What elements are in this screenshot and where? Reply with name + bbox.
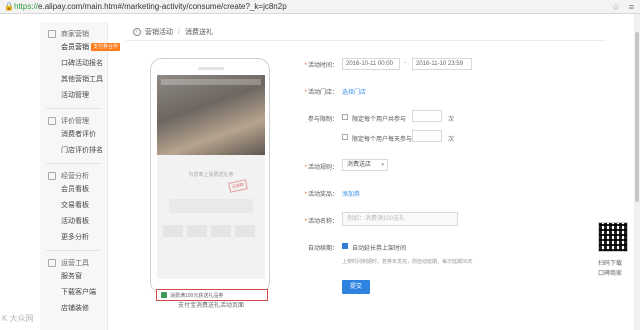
sidebar-group-analysis: 经营分析 会员看板 交易看板 活动看板 更多分析 [40, 164, 107, 251]
bookmark-star-icon[interactable]: ☆ [612, 2, 620, 13]
activity-name-input[interactable]: 例如：消费满100送礼 [342, 212, 458, 226]
sidebar-item-service-window[interactable]: 服务窗 [40, 269, 107, 285]
scrollbar[interactable] [634, 14, 640, 330]
browser-menu-icon[interactable]: ≡ [629, 2, 634, 12]
phone-speaker [198, 67, 224, 70]
review-icon [48, 117, 56, 125]
auto-label: 自动续期： [307, 246, 338, 252]
sidebar-item-activity-board[interactable]: 活动看板 [40, 214, 107, 230]
limit-daily-unit: 次 [448, 137, 455, 143]
qr-text-line2: 口碑商家 [598, 271, 623, 277]
coupon-placeholder [169, 199, 253, 213]
form-row-time: *活动时间： 2016-10-11 00:00 - 2016-11-10 23:… [296, 58, 616, 70]
preview-title: 为您奉上消费送礼券 [188, 172, 234, 178]
limit-daily-text: 限定每个用户每天参与 [352, 137, 413, 143]
preview-icon [211, 225, 231, 237]
breadcrumb: ‹ 营销活动 / 消费送礼 [133, 27, 213, 37]
lock-icon: 🔒 [4, 1, 14, 11]
sidebar-item-member-board[interactable]: 会员看板 [40, 182, 107, 198]
add-coupon-link[interactable]: 添加券 [342, 189, 360, 198]
submit-button[interactable]: 提交 [342, 280, 370, 294]
rule-select[interactable]: 消费送店 ▾ [342, 159, 388, 171]
sidebar-item-store-ranking[interactable]: 门店评价排名 [40, 143, 107, 159]
preview-icon-row [163, 225, 259, 245]
qr-text-line1: 扫码下载 [598, 261, 623, 267]
phone-preview: 为您奉上消费送礼券 已领取 消费满100元获送礼品券 [150, 58, 270, 301]
sidebar-item-download-client[interactable]: 下载客户端 [40, 285, 107, 301]
sidebar-item-activity-manage[interactable]: 活动管理 [40, 88, 107, 104]
sidebar-group-ops: 运营工具 服务窗 下载客户端 店铺装修 [40, 251, 107, 317]
group-header: 经营分析 [40, 170, 107, 182]
watermark-logo: K 大众网 [2, 314, 34, 323]
preview-icon [163, 225, 183, 237]
hero-image [157, 75, 265, 155]
select-store-link[interactable]: 选择门店 [342, 87, 366, 96]
header-divider [126, 40, 606, 41]
time-label: 活动时间： [307, 63, 338, 69]
store-label: 活动门店： [307, 90, 338, 96]
sidebar-item-other-tools[interactable]: 其他营销工具 [40, 72, 107, 88]
rule-label: 活动规则： [307, 165, 338, 171]
sidebar-item-member-marketing[interactable]: 会员营销 支付券合作 [40, 40, 121, 56]
sidebar: 商家营销 会员营销 支付券合作 口碑活动报名 其他营销工具 活动管理 评价管理 消… [40, 22, 121, 330]
url-text[interactable]: https://e.alipay.com/main.htm#/marketing… [14, 2, 287, 11]
hero-header-bar [161, 79, 261, 85]
analysis-icon [48, 172, 56, 180]
limit-total-text: 限定每个用户共参与 [352, 117, 407, 123]
limit-total-input[interactable] [412, 110, 442, 122]
form-row-limit: 参与限制： 限定每个用户共参与 次 限定每个用户每天参与 次 [296, 110, 616, 148]
limit-label: 参与限制： [307, 117, 338, 123]
preview-icon [235, 225, 255, 237]
form-row-name: *活动名称： 例如：消费满100送礼 [296, 212, 616, 226]
marketing-icon [48, 30, 56, 38]
promo-badge: 支付券合作 [91, 43, 121, 52]
limit-total-checkbox[interactable] [342, 114, 348, 120]
preview-caption: 支付宝消费送礼活动页面 [177, 303, 244, 309]
end-date-input[interactable]: 2016-11-10 23:59 [412, 58, 472, 70]
auto-renew-note: 上架时间到期时，若券未发完，则自动延期，每次延期30天 [342, 259, 473, 265]
form-row-rule: *活动规则： 消费送店 ▾ [296, 159, 616, 171]
sidebar-group-reviews: 评价管理 消费者评价 门店评价排名 [40, 109, 107, 164]
auto-renew-text: 自动延长券上架时间 [352, 246, 407, 252]
breadcrumb-separator: / [178, 28, 180, 36]
group-header: 评价管理 [40, 115, 107, 127]
breadcrumb-parent[interactable]: 营销活动 [145, 27, 173, 37]
form-row-gift: *活动奖品： 添加券 [296, 187, 616, 198]
start-date-input[interactable]: 2016-10-11 00:00 [342, 58, 400, 70]
sidebar-group-marketing: 商家营销 会员营销 支付券合作 口碑活动报名 其他营销工具 活动管理 [40, 22, 121, 109]
breadcrumb-current: 消费送礼 [184, 29, 213, 36]
limit-daily-checkbox[interactable] [342, 134, 348, 140]
name-label: 活动名称： [307, 219, 338, 225]
sidebar-item-koubei-signup[interactable]: 口碑活动报名 [40, 56, 107, 72]
sidebar-item-trade-board[interactable]: 交易看板 [40, 198, 107, 214]
date-range-dash: - [404, 60, 406, 66]
gift-label: 活动奖品： [307, 192, 338, 198]
preview-icon [187, 225, 207, 237]
sidebar-item-more-analysis[interactable]: 更多分析 [40, 230, 107, 246]
chevron-down-icon: ▾ [381, 162, 384, 168]
address-bar[interactable]: 🔒 https://e.alipay.com/main.htm#/marketi… [0, 0, 640, 14]
received-stamp: 已领取 [228, 179, 248, 193]
check-icon [161, 292, 167, 298]
form-row-store: *活动门店： 选择门店 [296, 85, 616, 96]
phone-screen: 为您奉上消费送礼券 已领取 [157, 75, 265, 279]
group-header: 运营工具 [40, 257, 107, 269]
qr-code [598, 222, 628, 252]
form-row-auto: 自动续期： 自动延长券上架时间 上架时间到期时，若券未发完，则自动延期，每次延期… [296, 241, 616, 265]
limit-total-unit: 次 [448, 117, 455, 123]
auto-renew-checkbox[interactable] [342, 243, 348, 249]
sidebar-item-consumer-reviews[interactable]: 消费者评价 [40, 127, 107, 143]
back-icon[interactable]: ‹ [133, 28, 141, 36]
limit-daily-input[interactable] [412, 130, 442, 142]
tools-icon [48, 259, 56, 267]
group-header: 商家营销 [40, 28, 107, 40]
scroll-thumb[interactable] [635, 32, 639, 202]
